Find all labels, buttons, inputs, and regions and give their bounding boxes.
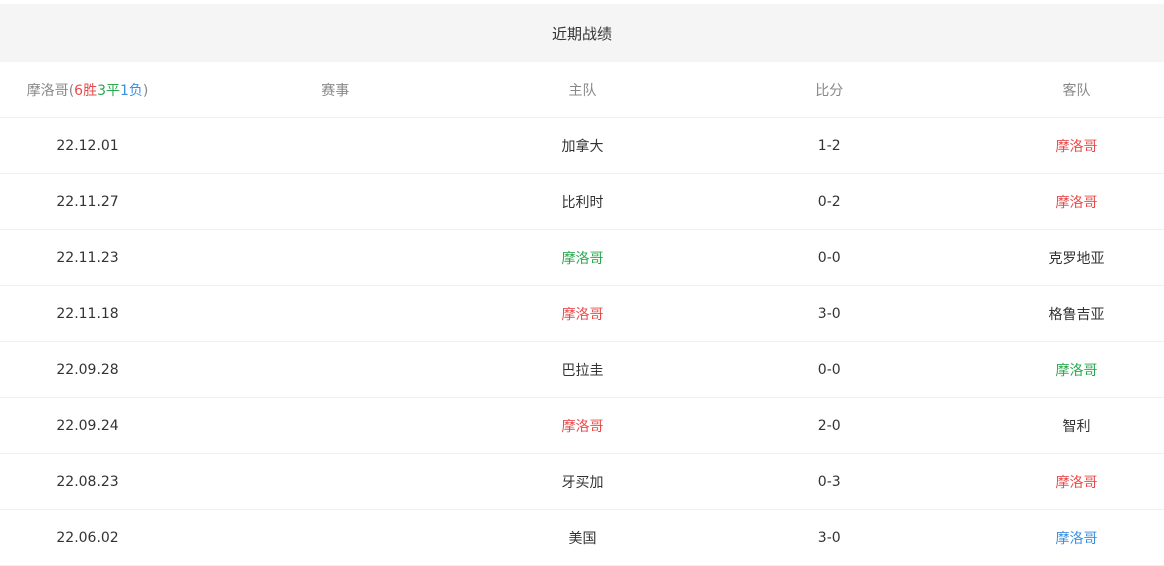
match-score: 0-0 [817, 249, 841, 266]
match-home-team[interactable]: 加拿大 [495, 136, 669, 156]
match-score: 0-3 [817, 473, 841, 490]
match-date: 22.06.02 [56, 529, 119, 546]
match-away-team[interactable]: 摩洛哥 [989, 472, 1164, 492]
summary-losses: 1负 [120, 82, 143, 99]
match-score: 0-0 [817, 361, 841, 378]
panel-title-text: 近期战绩 [551, 24, 612, 43]
match-date: 22.09.24 [56, 417, 119, 434]
match-date: 22.12.01 [56, 137, 119, 154]
match-away-team[interactable]: 摩洛哥 [989, 192, 1164, 212]
summary-team: 摩洛哥 [26, 82, 69, 99]
table-body: 22.12.01 加拿大 1-2 摩洛哥 22.11.27 比利时 0-2 摩洛哥 22.11.… [0, 118, 1164, 566]
match-home-team[interactable]: 比利时 [495, 192, 669, 212]
table-row: 22.11.18 摩洛哥 3-0 格鲁吉亚 [0, 286, 1164, 342]
results-table: 摩洛哥(6胜3平1负) 赛事 主队 比分 客队 22.12.01 加拿大 1-2 摩洛… [0, 62, 1164, 566]
header-away: 客队 [1062, 82, 1091, 99]
match-date: 22.11.18 [56, 305, 119, 322]
match-home-team[interactable]: 摩洛哥 [495, 416, 669, 436]
match-date: 22.11.27 [56, 193, 119, 210]
match-home-team[interactable]: 摩洛哥 [495, 248, 669, 268]
match-score: 0-2 [817, 193, 841, 210]
summary-close: ) [142, 82, 149, 99]
match-score: 2-0 [817, 417, 841, 434]
match-date: 22.09.28 [56, 361, 119, 378]
match-score: 3-0 [817, 305, 841, 322]
match-away-team[interactable]: 摩洛哥 [989, 136, 1164, 156]
record-summary: 摩洛哥(6胜3平1负) [0, 80, 175, 100]
match-away-team[interactable]: 智利 [989, 416, 1164, 436]
summary-wins: 6胜 [74, 82, 98, 99]
match-home-team[interactable]: 美国 [495, 528, 669, 548]
match-away-team[interactable]: 摩洛哥 [989, 528, 1164, 548]
header-event: 赛事 [321, 82, 350, 99]
table-row: 22.06.02 美国 3-0 摩洛哥 [0, 510, 1164, 566]
panel-title: 近期战绩 [0, 4, 1164, 62]
summary-draws: 3平 [97, 82, 120, 99]
match-away-team[interactable]: 摩洛哥 [989, 360, 1164, 380]
match-away-team[interactable]: 格鲁吉亚 [989, 304, 1164, 324]
table-row: 22.11.27 比利时 0-2 摩洛哥 [0, 174, 1164, 230]
table-header: 摩洛哥(6胜3平1负) 赛事 主队 比分 客队 [0, 62, 1164, 118]
table-row: 22.09.28 巴拉圭 0-0 摩洛哥 [0, 342, 1164, 398]
table-row: 22.08.23 牙买加 0-3 摩洛哥 [0, 454, 1164, 510]
header-home: 主队 [568, 82, 597, 99]
match-home-team[interactable]: 摩洛哥 [495, 304, 669, 324]
header-score: 比分 [815, 82, 844, 99]
table-row: 22.12.01 加拿大 1-2 摩洛哥 [0, 118, 1164, 174]
match-home-team[interactable]: 牙买加 [495, 472, 669, 492]
table-row: 22.11.23 摩洛哥 0-0 克罗地亚 [0, 230, 1164, 286]
match-away-team[interactable]: 克罗地亚 [989, 248, 1164, 268]
match-score: 3-0 [817, 529, 841, 546]
recent-results-panel: 近期战绩 摩洛哥(6胜3平1负) 赛事 主队 比分 客队 22.12.01 加拿大… [0, 0, 1164, 566]
match-date: 22.11.23 [56, 249, 119, 266]
table-row: 22.09.24 摩洛哥 2-0 智利 [0, 398, 1164, 454]
match-date: 22.08.23 [56, 473, 119, 490]
match-score: 1-2 [817, 137, 841, 154]
match-home-team[interactable]: 巴拉圭 [495, 360, 669, 380]
